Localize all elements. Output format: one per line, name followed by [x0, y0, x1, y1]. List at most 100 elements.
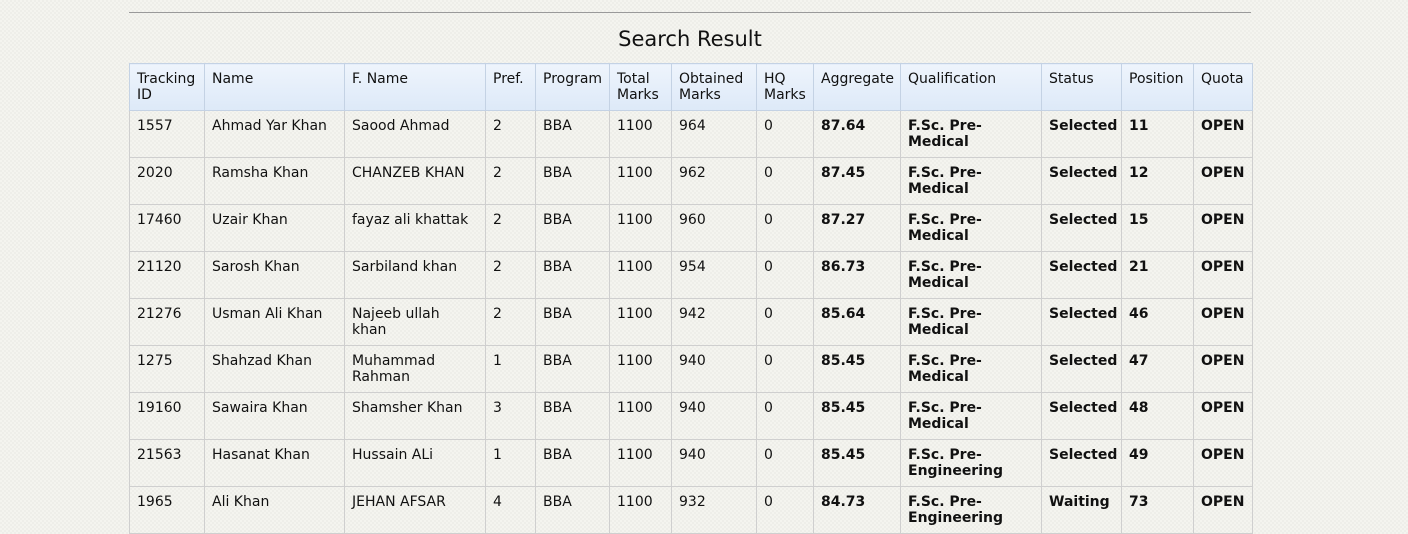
cell-name: Ali Khan — [204, 486, 345, 534]
header-tracking-id: Tracking ID — [129, 63, 205, 111]
cell-obtained-marks: 940 — [671, 439, 757, 487]
cell-tracking-id: 21120 — [129, 251, 205, 299]
header-pref: Pref. — [485, 63, 536, 111]
header-total-marks: Total Marks — [609, 63, 672, 111]
cell-position: 48 — [1121, 392, 1194, 440]
cell-program: BBA — [535, 439, 610, 487]
header-name: Name — [204, 63, 345, 111]
cell-father-name: fayaz ali khattak — [344, 204, 486, 252]
cell-father-name: CHANZEB KHAN — [344, 157, 486, 205]
cell-father-name: Muhammad Rahman — [344, 345, 486, 393]
cell-status: Selected — [1041, 157, 1122, 205]
cell-tracking-id: 21276 — [129, 298, 205, 346]
cell-status: Selected — [1041, 110, 1122, 158]
cell-quota: OPEN — [1193, 486, 1253, 534]
cell-qualification: F.Sc. Pre-Medical — [900, 345, 1042, 393]
cell-pref: 2 — [485, 157, 536, 205]
cell-total-marks: 1100 — [609, 251, 672, 299]
cell-tracking-id: 1965 — [129, 486, 205, 534]
cell-tracking-id: 1557 — [129, 110, 205, 158]
table-body: 1557 Ahmad Yar Khan Saood Ahmad 2 BBA 1100 964… — [129, 110, 1253, 534]
table-row: 21563 Hasanat Khan Hussain ALi 1 BBA 1100 940 0… — [129, 439, 1253, 487]
cell-obtained-marks: 932 — [671, 486, 757, 534]
header-position: Position — [1121, 63, 1194, 111]
cell-obtained-marks: 940 — [671, 392, 757, 440]
cell-father-name: Hussain ALi — [344, 439, 486, 487]
cell-position: 47 — [1121, 345, 1194, 393]
cell-pref: 1 — [485, 439, 536, 487]
cell-aggregate: 86.73 — [813, 251, 901, 299]
cell-total-marks: 1100 — [609, 204, 672, 252]
cell-tracking-id: 21563 — [129, 439, 205, 487]
cell-total-marks: 1100 — [609, 157, 672, 205]
table-row: 21276 Usman Ali Khan Najeeb ullah khan 2 BBA… — [129, 298, 1253, 346]
cell-status: Waiting — [1041, 486, 1122, 534]
cell-obtained-marks: 964 — [671, 110, 757, 158]
cell-aggregate: 85.45 — [813, 439, 901, 487]
cell-status: Selected — [1041, 439, 1122, 487]
cell-hq-marks: 0 — [756, 204, 814, 252]
cell-program: BBA — [535, 204, 610, 252]
cell-status: Selected — [1041, 345, 1122, 393]
cell-program: BBA — [535, 251, 610, 299]
cell-father-name: Sarbiland khan — [344, 251, 486, 299]
cell-pref: 2 — [485, 110, 536, 158]
cell-program: BBA — [535, 298, 610, 346]
cell-position: 73 — [1121, 486, 1194, 534]
cell-aggregate: 85.64 — [813, 298, 901, 346]
cell-qualification: F.Sc. Pre-Medical — [900, 251, 1042, 299]
cell-pref: 1 — [485, 345, 536, 393]
cell-name: Ramsha Khan — [204, 157, 345, 205]
table-row: 17460 Uzair Khan fayaz ali khattak 2 BBA 1100… — [129, 204, 1253, 252]
cell-pref: 2 — [485, 251, 536, 299]
cell-father-name: Shamsher Khan — [344, 392, 486, 440]
cell-hq-marks: 0 — [756, 251, 814, 299]
cell-position: 11 — [1121, 110, 1194, 158]
cell-obtained-marks: 940 — [671, 345, 757, 393]
cell-qualification: F.Sc. Pre-Medical — [900, 298, 1042, 346]
cell-pref: 2 — [485, 298, 536, 346]
cell-quota: OPEN — [1193, 110, 1253, 158]
cell-obtained-marks: 962 — [671, 157, 757, 205]
header-obtained-marks: Obtained Marks — [671, 63, 757, 111]
table-row: 1557 Ahmad Yar Khan Saood Ahmad 2 BBA 1100 964… — [129, 110, 1253, 158]
cell-hq-marks: 0 — [756, 439, 814, 487]
header-qualification: Qualification — [900, 63, 1042, 111]
cell-pref: 4 — [485, 486, 536, 534]
cell-tracking-id: 19160 — [129, 392, 205, 440]
cell-total-marks: 1100 — [609, 439, 672, 487]
cell-hq-marks: 0 — [756, 157, 814, 205]
cell-aggregate: 85.45 — [813, 392, 901, 440]
header-status: Status — [1041, 63, 1122, 111]
cell-name: Shahzad Khan — [204, 345, 345, 393]
cell-total-marks: 1100 — [609, 392, 672, 440]
cell-quota: OPEN — [1193, 392, 1253, 440]
cell-position: 21 — [1121, 251, 1194, 299]
cell-qualification: F.Sc. Pre-Medical — [900, 110, 1042, 158]
cell-obtained-marks: 954 — [671, 251, 757, 299]
cell-aggregate: 87.45 — [813, 157, 901, 205]
cell-quota: OPEN — [1193, 345, 1253, 393]
cell-total-marks: 1100 — [609, 345, 672, 393]
results-table: Tracking ID Name F. Name Pref. Program T… — [129, 63, 1253, 534]
cell-aggregate: 85.45 — [813, 345, 901, 393]
cell-hq-marks: 0 — [756, 392, 814, 440]
cell-qualification: F.Sc. Pre-Engineering — [900, 486, 1042, 534]
cell-position: 46 — [1121, 298, 1194, 346]
cell-aggregate: 87.27 — [813, 204, 901, 252]
cell-pref: 2 — [485, 204, 536, 252]
cell-father-name: JEHAN AFSAR — [344, 486, 486, 534]
cell-position: 12 — [1121, 157, 1194, 205]
cell-obtained-marks: 960 — [671, 204, 757, 252]
table-row: 1275 Shahzad Khan Muhammad Rahman 1 BBA 1100 9… — [129, 345, 1253, 393]
cell-position: 15 — [1121, 204, 1194, 252]
table-row: 1965 Ali Khan JEHAN AFSAR 4 BBA 1100 932 0 84.73… — [129, 486, 1253, 534]
cell-aggregate: 84.73 — [813, 486, 901, 534]
cell-status: Selected — [1041, 392, 1122, 440]
header-row: Tracking ID Name F. Name Pref. Program T… — [129, 63, 1253, 111]
cell-hq-marks: 0 — [756, 298, 814, 346]
header-aggregate: Aggregate — [813, 63, 901, 111]
cell-qualification: F.Sc. Pre-Engineering — [900, 439, 1042, 487]
cell-name: Sawaira Khan — [204, 392, 345, 440]
cell-total-marks: 1100 — [609, 110, 672, 158]
